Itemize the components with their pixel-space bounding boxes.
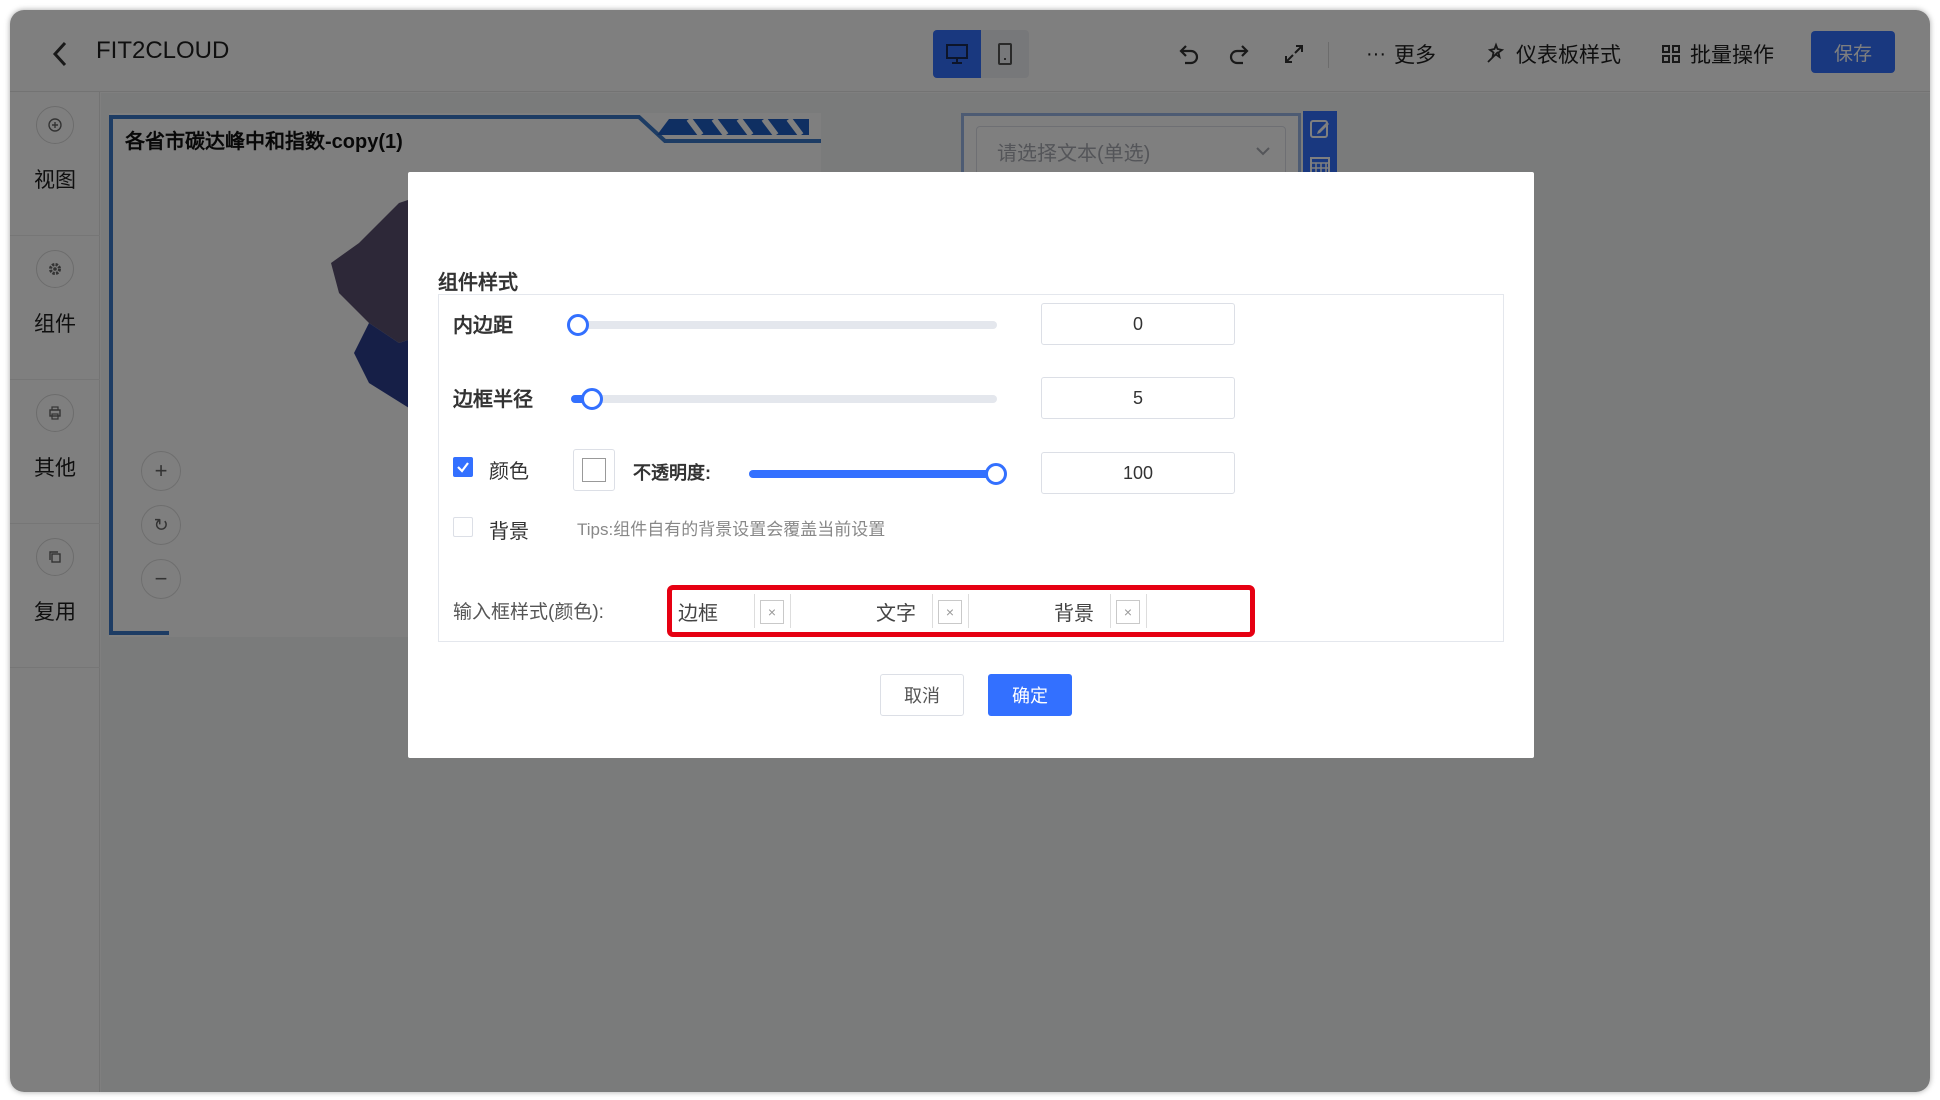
padding-slider-handle[interactable]	[567, 314, 589, 336]
opacity-label: 不透明度:	[633, 463, 711, 483]
tag-divider	[1110, 594, 1111, 628]
opacity-slider[interactable]	[749, 463, 1007, 485]
border-color-clear-button[interactable]: ×	[760, 600, 784, 624]
padding-slider[interactable]	[567, 314, 997, 336]
tag-divider	[932, 594, 933, 628]
background-checkbox[interactable]	[453, 517, 473, 537]
radius-input[interactable]: 5	[1041, 377, 1235, 419]
padding-input[interactable]: 0	[1041, 303, 1235, 345]
input-style-colors: 边框 × 文字 × 背景 ×	[674, 592, 1248, 630]
radius-slider-handle[interactable]	[581, 388, 603, 410]
close-icon: ×	[767, 604, 777, 620]
radius-label: 边框半径	[453, 389, 533, 411]
tag-divider	[1146, 594, 1147, 628]
color-checkbox[interactable]	[453, 457, 473, 477]
app-window: FIT2CLOUD ··· 更多 仪表板样式	[10, 10, 1930, 1092]
color-label: 颜色	[489, 461, 529, 483]
component-style-dialog: 组件样式 内边距 0 边框半径 5 颜色 不透明度: 100 背景 Tips:组…	[408, 172, 1534, 758]
text-color-tag[interactable]: 文字	[876, 592, 936, 630]
opacity-input[interactable]: 100	[1041, 452, 1235, 494]
text-color-clear-button[interactable]: ×	[938, 600, 962, 624]
close-icon: ×	[1123, 604, 1133, 620]
cancel-button[interactable]: 取消	[880, 674, 964, 716]
opacity-slider-handle[interactable]	[985, 463, 1007, 485]
confirm-button[interactable]: 确定	[988, 674, 1072, 716]
input-style-highlight: 边框 × 文字 × 背景 ×	[667, 585, 1255, 637]
tag-divider	[790, 594, 791, 628]
padding-label: 内边距	[453, 315, 513, 337]
color-picker[interactable]	[573, 449, 615, 491]
section-title: 组件样式	[438, 272, 518, 294]
opacity-slider-fill	[749, 470, 997, 478]
style-settings-panel: 内边距 0 边框半径 5 颜色 不透明度: 100 背景 Tips:组件自有的背…	[438, 294, 1504, 642]
input-style-label: 输入框样式(颜色):	[453, 602, 604, 623]
check-icon	[457, 462, 469, 473]
close-icon: ×	[945, 604, 955, 620]
color-swatch	[582, 458, 606, 482]
background-color-clear-button[interactable]: ×	[1116, 600, 1140, 624]
border-color-tag[interactable]: 边框	[678, 592, 738, 630]
tag-divider	[968, 594, 969, 628]
background-tips: Tips:组件自有的背景设置会覆盖当前设置	[577, 520, 886, 539]
radius-slider[interactable]	[571, 388, 997, 410]
background-label: 背景	[489, 521, 529, 543]
tag-divider	[754, 594, 755, 628]
background-color-tag[interactable]: 背景	[1054, 592, 1114, 630]
